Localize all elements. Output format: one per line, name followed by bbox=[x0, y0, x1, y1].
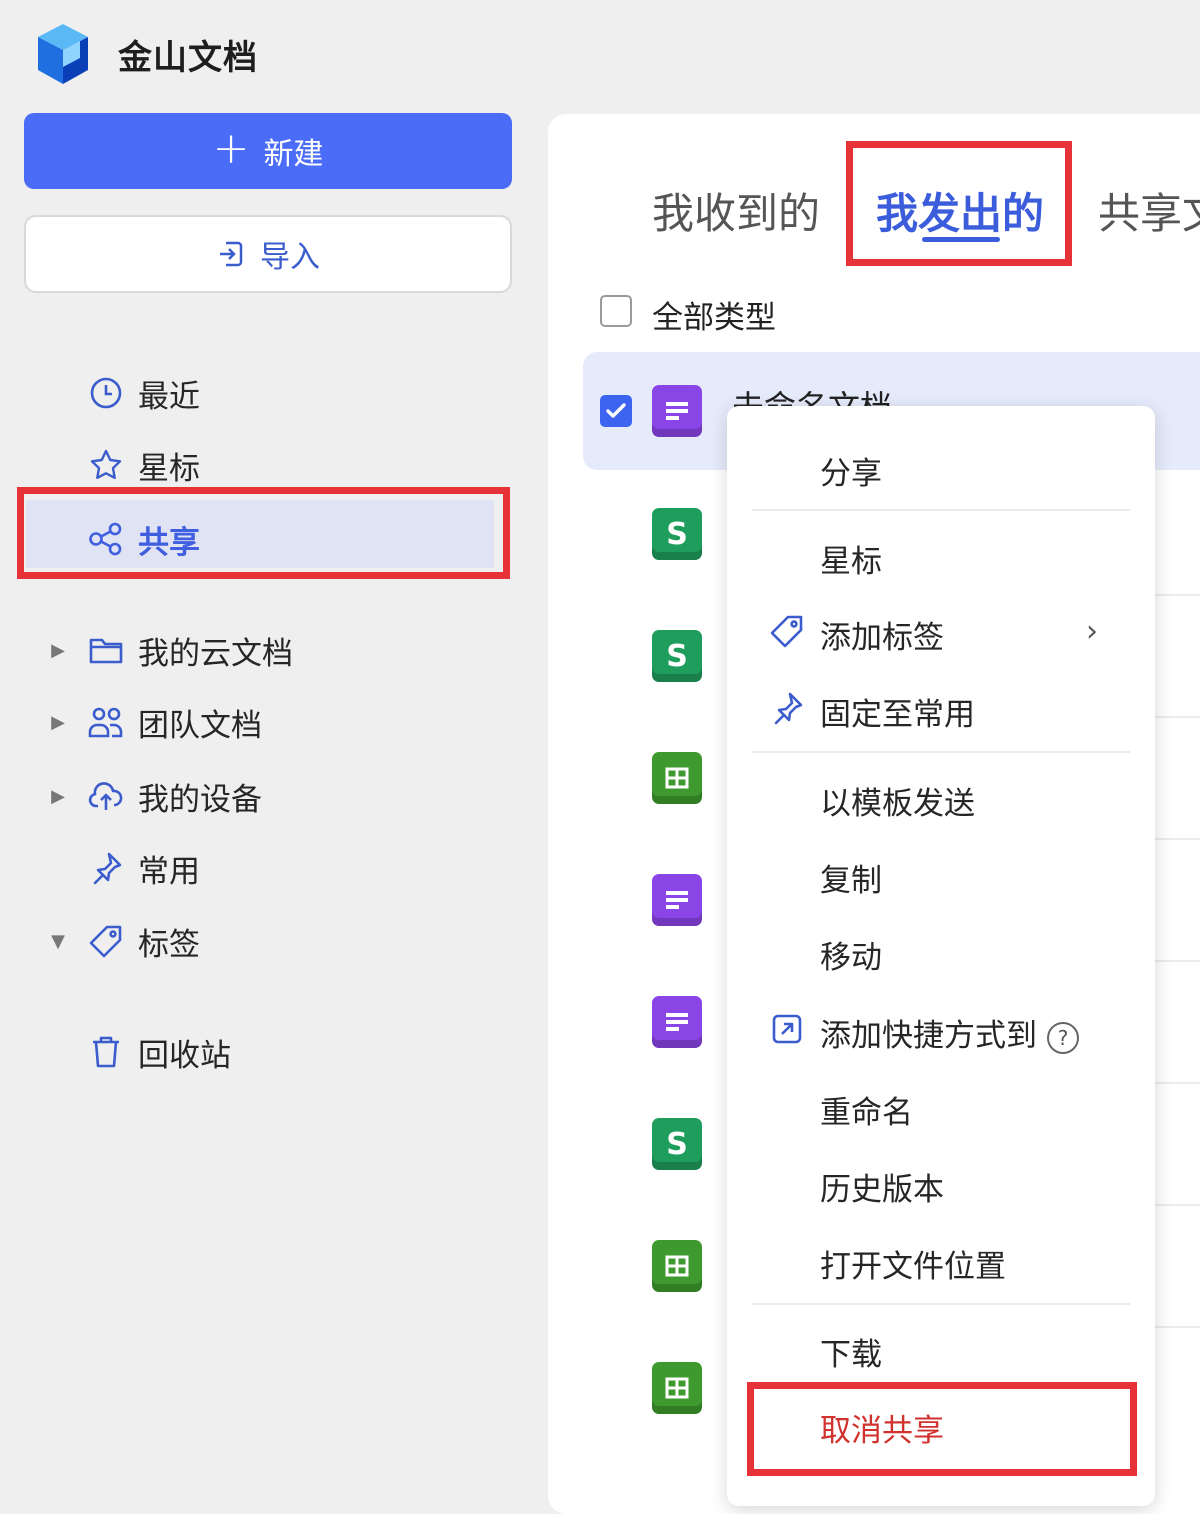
row-divider bbox=[1150, 838, 1200, 840]
sidebar-item-my-devices[interactable]: ▶ 我的设备 bbox=[40, 766, 490, 826]
doc-file-icon bbox=[652, 996, 702, 1048]
file-name[interactable]: 未命名文档 bbox=[732, 382, 892, 408]
clock-icon bbox=[84, 373, 128, 413]
check-icon bbox=[606, 403, 626, 418]
sidebar-item-label: 星标 bbox=[138, 450, 200, 487]
menu-item-rename[interactable]: 重命名 bbox=[820, 1087, 913, 1132]
star-icon bbox=[84, 445, 128, 485]
row-divider bbox=[1150, 1082, 1200, 1084]
cloud-upload-icon bbox=[84, 776, 128, 816]
folder-icon bbox=[84, 630, 128, 670]
row-divider bbox=[1150, 716, 1200, 718]
highlight-box-unshare bbox=[747, 1382, 1137, 1476]
trash-icon bbox=[84, 1032, 128, 1072]
table-file-icon bbox=[652, 752, 702, 804]
menu-item-share[interactable]: 分享 bbox=[820, 448, 882, 493]
context-menu bbox=[727, 406, 1155, 1506]
filter-all-types[interactable]: 全部类型 bbox=[652, 292, 776, 337]
table-file-icon bbox=[652, 1240, 702, 1292]
new-button[interactable]: + 新建 bbox=[24, 113, 512, 189]
row-checkbox-checked[interactable] bbox=[600, 395, 632, 427]
import-button-label: 导入 bbox=[260, 240, 320, 275]
highlight-box-shared bbox=[17, 487, 510, 579]
import-button[interactable]: 导入 bbox=[24, 215, 512, 293]
menu-item-download[interactable]: 下载 bbox=[820, 1329, 882, 1374]
caret-right-icon[interactable]: ▶ bbox=[40, 712, 76, 733]
row-divider bbox=[1150, 594, 1200, 596]
sidebar-item-label: 我的云文档 bbox=[138, 635, 293, 672]
caret-right-icon[interactable]: ▶ bbox=[40, 786, 76, 807]
table-file-icon bbox=[652, 1362, 702, 1414]
menu-divider bbox=[752, 1303, 1130, 1305]
menu-item-add-shortcut[interactable]: 添加快捷方式到? bbox=[820, 1010, 1079, 1055]
doc-file-icon bbox=[652, 385, 702, 437]
caret-right-icon[interactable]: ▶ bbox=[40, 640, 76, 661]
tag-icon bbox=[768, 612, 806, 650]
menu-item-pin-frequent[interactable]: 固定至常用 bbox=[820, 689, 975, 734]
caret-down-icon[interactable]: ▼ bbox=[40, 931, 76, 952]
filter-checkbox[interactable] bbox=[600, 295, 632, 327]
menu-item-copy[interactable]: 复制 bbox=[820, 855, 882, 900]
menu-item-move[interactable]: 移动 bbox=[820, 932, 882, 977]
sidebar-item-starred[interactable]: 星标 bbox=[40, 435, 490, 495]
sidebar-item-frequent[interactable]: 常用 bbox=[40, 838, 490, 898]
chevron-right-icon: › bbox=[1086, 614, 1098, 649]
menu-item-add-shortcut-label: 添加快捷方式到 bbox=[820, 1018, 1037, 1054]
sidebar-item-team-docs[interactable]: ▶ 团队文档 bbox=[40, 692, 490, 752]
sidebar-item-label: 标签 bbox=[138, 926, 200, 963]
shortcut-icon bbox=[768, 1010, 806, 1048]
app-logo-icon bbox=[38, 24, 88, 84]
sheet-file-icon: S bbox=[652, 630, 702, 682]
sheet-file-icon: S bbox=[652, 508, 702, 560]
tab-received[interactable]: 我收到的 bbox=[652, 180, 820, 241]
help-icon[interactable]: ? bbox=[1047, 1021, 1079, 1054]
new-button-label: 新建 bbox=[263, 137, 324, 172]
sidebar-item-label: 最近 bbox=[138, 378, 200, 415]
sidebar-item-trash[interactable]: 回收站 bbox=[40, 1022, 490, 1082]
tag-icon bbox=[84, 921, 128, 961]
pin-icon bbox=[84, 848, 128, 888]
sidebar-item-label: 我的设备 bbox=[138, 781, 262, 818]
sidebar-item-label: 常用 bbox=[138, 853, 200, 890]
menu-item-add-tag[interactable]: 添加标签 bbox=[820, 612, 944, 657]
menu-item-star[interactable]: 星标 bbox=[820, 536, 882, 581]
import-icon bbox=[220, 241, 243, 267]
row-divider bbox=[1150, 960, 1200, 962]
sheet-file-icon: S bbox=[652, 1118, 702, 1170]
team-icon bbox=[84, 702, 128, 742]
menu-divider bbox=[752, 751, 1130, 753]
menu-divider bbox=[752, 509, 1130, 511]
app-title: 金山文档 bbox=[118, 38, 258, 78]
sidebar-item-my-cloud-docs[interactable]: ▶ 我的云文档 bbox=[40, 620, 490, 680]
plus-icon: + bbox=[212, 123, 250, 174]
row-divider bbox=[1150, 1326, 1200, 1328]
tab-shared-files[interactable]: 共享文 bbox=[1098, 180, 1200, 241]
highlight-box-sent-tab bbox=[846, 141, 1072, 266]
sidebar-item-label: 回收站 bbox=[138, 1037, 231, 1074]
menu-item-send-as-template[interactable]: 以模板发送 bbox=[820, 778, 975, 823]
menu-item-version-history[interactable]: 历史版本 bbox=[820, 1164, 944, 1209]
sidebar-item-recent[interactable]: 最近 bbox=[40, 363, 490, 423]
pin-icon bbox=[768, 689, 806, 727]
doc-file-icon bbox=[652, 874, 702, 926]
sidebar-item-tags[interactable]: ▼ 标签 bbox=[40, 911, 490, 971]
menu-item-open-location[interactable]: 打开文件位置 bbox=[820, 1241, 1006, 1286]
row-divider bbox=[1150, 1204, 1200, 1206]
sidebar-item-label: 团队文档 bbox=[138, 707, 262, 744]
